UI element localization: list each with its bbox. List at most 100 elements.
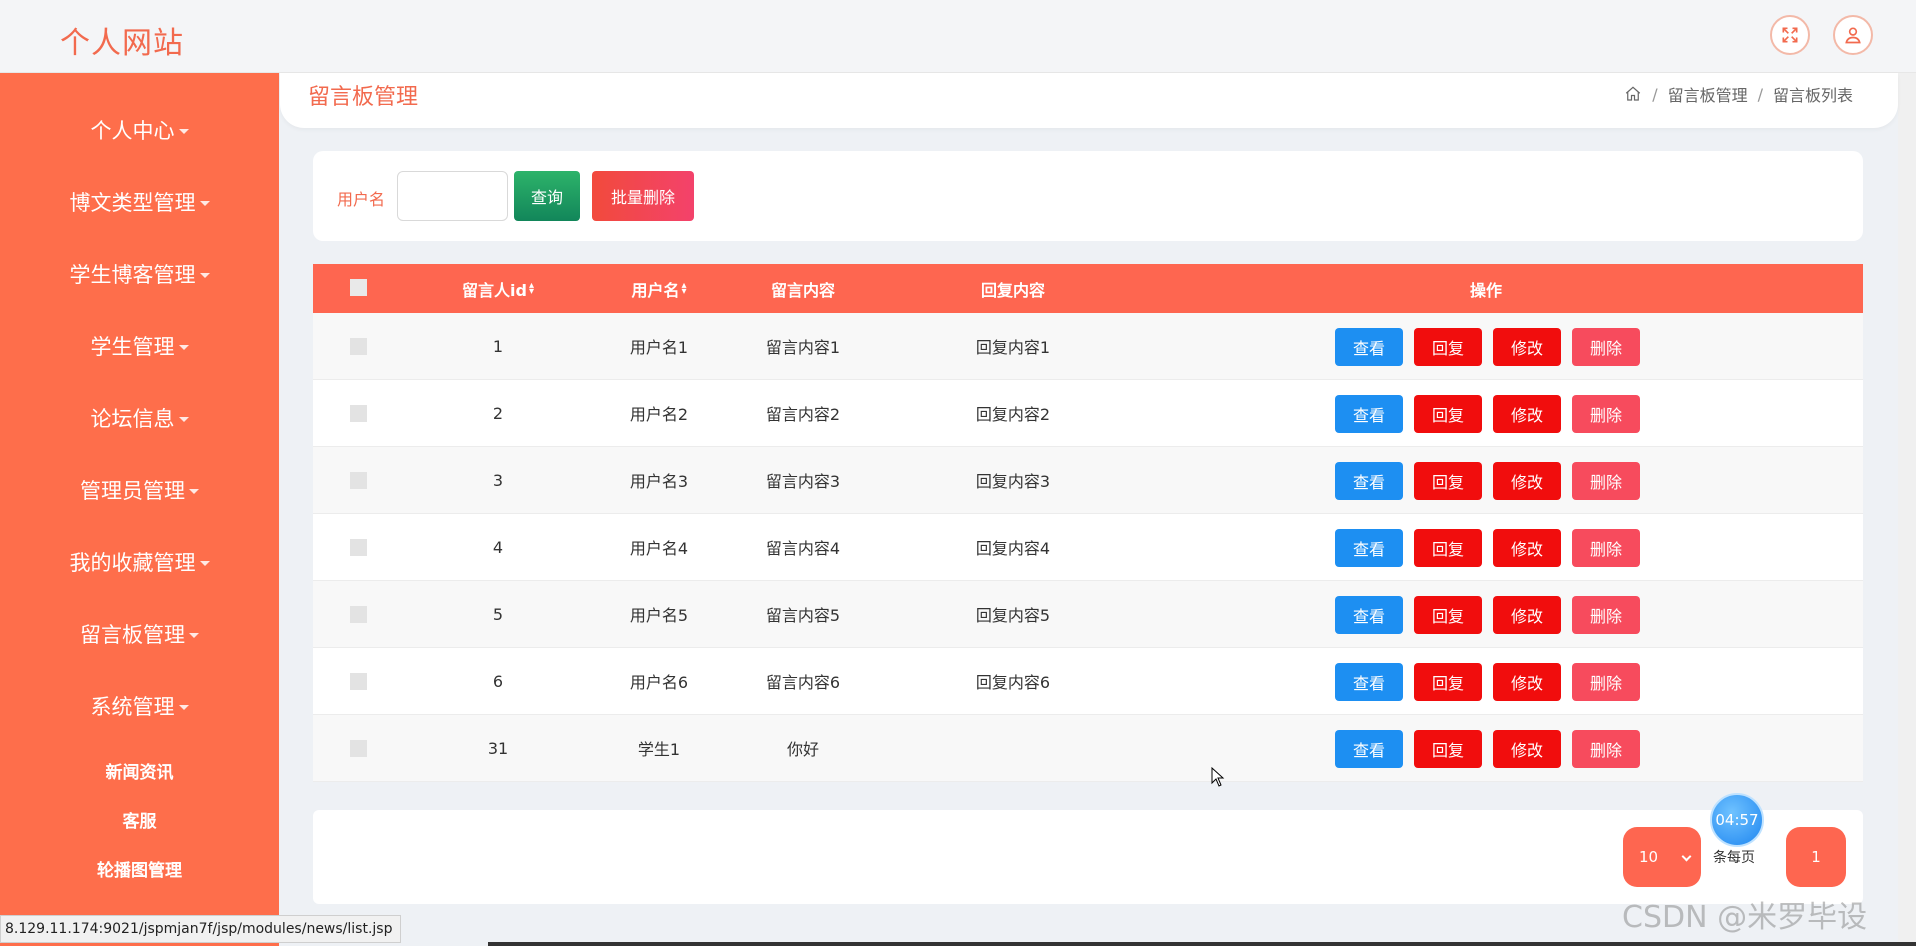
view-button[interactable]: 查看 (1335, 663, 1403, 701)
view-button[interactable]: 查看 (1335, 596, 1403, 634)
table-row: 1 用户名1 留言内容1 回复内容1 查看 回复 修改 删除 (313, 313, 1863, 380)
breadcrumb-item: 留言板列表 (1772, 86, 1853, 105)
sidebar-item-system[interactable]: 系统管理 (0, 670, 279, 742)
chevron-down-icon (1681, 851, 1692, 862)
sidebar-item-students[interactable]: 学生管理 (0, 310, 279, 382)
select-all-checkbox[interactable] (350, 279, 367, 296)
caret-down-icon (199, 272, 210, 278)
home-icon[interactable] (1624, 85, 1642, 103)
view-button[interactable]: 查看 (1335, 462, 1403, 500)
cell-reply: 回复内容5 (975, 606, 1051, 625)
sidebar-item-student-blog[interactable]: 学生博客管理 (0, 238, 279, 310)
window-scrollbar[interactable] (1898, 0, 1916, 946)
cell-content: 留言内容3 (765, 472, 841, 491)
sidebar-item-favorites[interactable]: 我的收藏管理 (0, 526, 279, 598)
edit-button[interactable]: 修改 (1493, 529, 1561, 567)
table-row: 6 用户名6 留言内容6 回复内容6 查看 回复 修改 删除 (313, 648, 1863, 715)
timer-badge[interactable]: 04:57 (1710, 793, 1764, 847)
column-header-reply: 回复内容 (980, 280, 1045, 300)
user-icon (1845, 27, 1861, 44)
delete-button[interactable]: 删除 (1572, 596, 1640, 634)
reply-button[interactable]: 回复 (1414, 596, 1482, 634)
edit-button[interactable]: 修改 (1493, 730, 1561, 768)
taskbar-strip (488, 942, 1916, 946)
sidebar-subitem-news[interactable]: 新闻资讯 (0, 758, 279, 783)
page-title: 留言板管理 (308, 85, 419, 110)
view-button[interactable]: 查看 (1335, 395, 1403, 433)
cell-id: 4 (492, 537, 504, 557)
sidebar-subitem-carousel[interactable]: 轮播图管理 (0, 856, 279, 881)
row-checkbox[interactable] (350, 740, 367, 757)
page-number-button[interactable]: 1 (1786, 827, 1846, 887)
row-checkbox[interactable] (350, 472, 367, 489)
sidebar-item-label: 学生博客管理 (69, 263, 196, 287)
table-header: 留言人id ▴ ▾ 用户名 ▴ ▾ 留言内容 回复内容 操作 (313, 264, 1863, 313)
fullscreen-button[interactable] (1770, 15, 1810, 55)
cell-reply: 回复内容2 (975, 405, 1051, 424)
cell-content: 留言内容6 (765, 673, 841, 692)
reply-button[interactable]: 回复 (1414, 730, 1482, 768)
row-checkbox[interactable] (350, 338, 367, 355)
sidebar-subitem-customer-service[interactable]: 客服 (0, 807, 279, 832)
caret-down-icon (178, 128, 189, 134)
batch-delete-button[interactable]: 批量删除 (592, 171, 694, 221)
reply-button[interactable]: 回复 (1414, 462, 1482, 500)
reply-button[interactable]: 回复 (1414, 663, 1482, 701)
sidebar-item-admins[interactable]: 管理员管理 (0, 454, 279, 526)
sidebar-item-forum[interactable]: 论坛信息 (0, 382, 279, 454)
view-button[interactable]: 查看 (1335, 730, 1403, 768)
sidebar-item-label: 管理员管理 (80, 479, 185, 503)
reply-button[interactable]: 回复 (1414, 328, 1482, 366)
edit-button[interactable]: 修改 (1493, 328, 1561, 366)
delete-button[interactable]: 删除 (1572, 395, 1640, 433)
cell-username: 用户名3 (629, 472, 689, 491)
row-checkbox[interactable] (350, 606, 367, 623)
edit-button[interactable]: 修改 (1493, 395, 1561, 433)
cell-username: 用户名2 (629, 405, 689, 424)
sidebar-item-personal-center[interactable]: 个人中心 (0, 94, 279, 166)
delete-button[interactable]: 删除 (1572, 730, 1640, 768)
page-size-select[interactable]: 10 (1623, 827, 1701, 887)
row-checkbox[interactable] (350, 405, 367, 422)
edit-button[interactable]: 修改 (1493, 663, 1561, 701)
column-header-actions: 操作 (1469, 280, 1502, 300)
row-checkbox[interactable] (350, 539, 367, 556)
status-bar-url: 8.129.11.174:9021/jspmjan7f/jsp/modules/… (0, 915, 402, 943)
sort-icon: ▴ ▾ (528, 279, 534, 297)
cell-username: 用户名4 (629, 539, 689, 558)
cell-content: 你好 (786, 740, 819, 759)
watermark: CSDN @米罗毕设 (1622, 900, 1868, 935)
delete-button[interactable]: 删除 (1572, 529, 1640, 567)
cell-reply: 回复内容1 (975, 338, 1051, 357)
delete-button[interactable]: 删除 (1572, 663, 1640, 701)
cell-reply (913, 715, 1113, 781)
cell-username: 用户名1 (629, 338, 689, 357)
view-button[interactable]: 查看 (1335, 328, 1403, 366)
username-search-input[interactable] (397, 171, 508, 221)
top-header: 个人网站 (0, 0, 1916, 73)
reply-button[interactable]: 回复 (1414, 395, 1482, 433)
sidebar-item-label: 论坛信息 (90, 407, 175, 431)
cell-username: 用户名5 (629, 606, 689, 625)
user-button[interactable] (1833, 15, 1873, 55)
column-header-username[interactable]: 用户名 ▴ ▾ (599, 264, 719, 313)
sort-icon: ▴ ▾ (681, 279, 687, 297)
table-row: 4 用户名4 留言内容4 回复内容4 查看 回复 修改 删除 (313, 514, 1863, 581)
breadcrumb-separator: / (1652, 84, 1658, 104)
query-button[interactable]: 查询 (514, 171, 580, 221)
cell-reply: 回复内容4 (975, 539, 1051, 558)
breadcrumb: / 留言板管理 / 留言板列表 (1624, 82, 1853, 106)
page-header: 留言板管理 / 留言板管理 / 留言板列表 (280, 73, 1898, 128)
delete-button[interactable]: 删除 (1572, 462, 1640, 500)
sidebar-item-message-board[interactable]: 留言板管理 (0, 598, 279, 670)
breadcrumb-item[interactable]: 留言板管理 (1668, 82, 1748, 106)
table-row: 31 学生1 你好 查看 回复 修改 删除 (313, 715, 1863, 782)
delete-button[interactable]: 删除 (1572, 328, 1640, 366)
edit-button[interactable]: 修改 (1493, 596, 1561, 634)
reply-button[interactable]: 回复 (1414, 529, 1482, 567)
view-button[interactable]: 查看 (1335, 529, 1403, 567)
edit-button[interactable]: 修改 (1493, 462, 1561, 500)
sidebar-item-blog-type[interactable]: 博文类型管理 (0, 166, 279, 238)
row-checkbox[interactable] (350, 673, 367, 690)
column-header-id[interactable]: 留言人id ▴ ▾ (398, 264, 598, 313)
